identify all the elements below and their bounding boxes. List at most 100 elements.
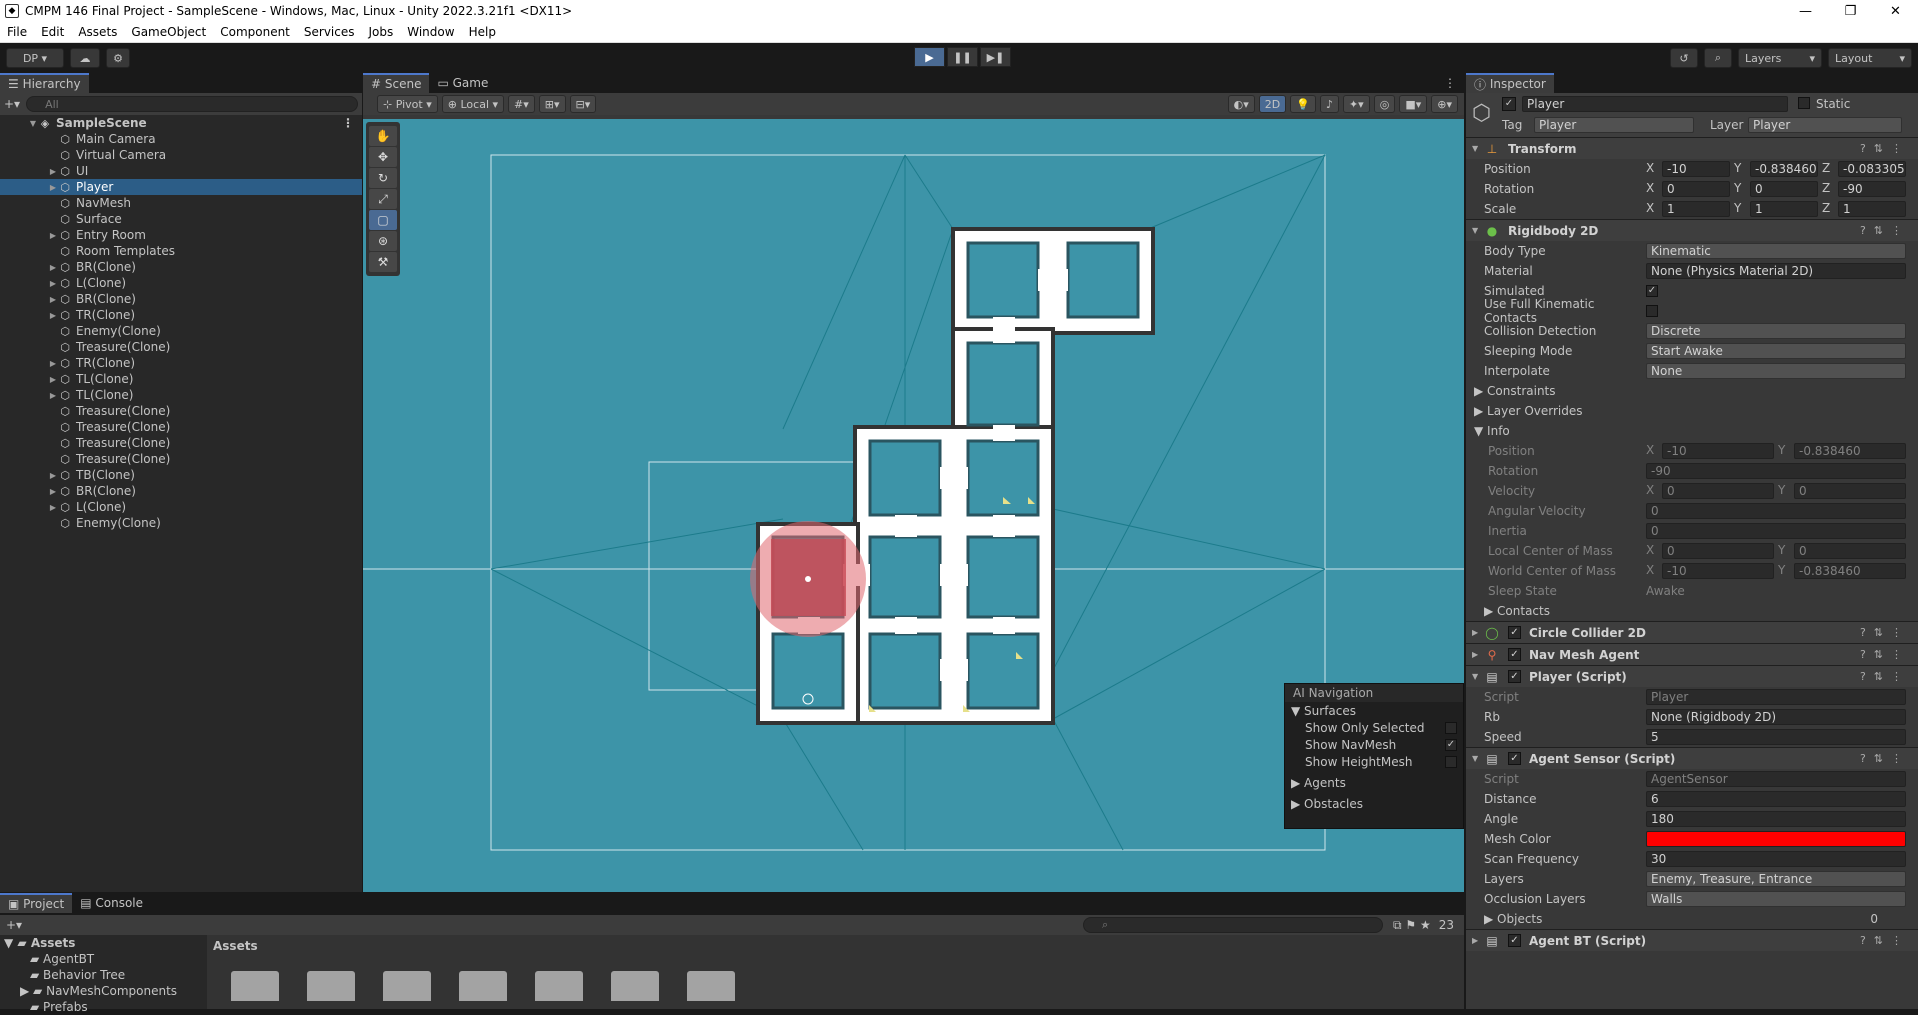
chevron-right-icon[interactable]: ▶ <box>48 375 58 384</box>
hierarchy-item[interactable]: ▶ ⬡ UI <box>0 163 362 179</box>
menu-services[interactable]: Services <box>297 25 362 39</box>
chevron-right-icon[interactable]: ▶ <box>48 359 58 368</box>
component-menu-icon[interactable]: ?⇅⋮ <box>1860 648 1910 661</box>
hierarchy-item[interactable]: ▶ ⬡ TR(Clone) <box>0 307 362 323</box>
layers-dropdown[interactable]: Enemy, Treasure, Entrance <box>1646 871 1906 887</box>
show-navmesh-toggle[interactable]: Show NavMesh ✓ <box>1285 736 1463 753</box>
menu-file[interactable]: File <box>0 25 34 39</box>
cloud-icon[interactable]: ☁ <box>70 48 100 68</box>
tab-game[interactable]: ▭ Game <box>429 73 496 93</box>
hierarchy-item[interactable]: ▶ ⬡ BR(Clone) <box>0 483 362 499</box>
move-tool-icon[interactable]: ✥ <box>369 147 397 167</box>
scene-root[interactable]: ▼ ◈ SampleScene ⋮ <box>0 115 362 131</box>
add-icon[interactable]: +▾ <box>4 97 20 111</box>
shading-mode-icon[interactable]: ◐▾ <box>1227 95 1255 113</box>
tree-agentbt[interactable]: ▰ AgentBT <box>0 951 205 967</box>
hierarchy-item[interactable]: ▶ ⬡ TL(Clone) <box>0 387 362 403</box>
mesh-color-swatch[interactable] <box>1646 831 1906 847</box>
object-name-field[interactable]: Player <box>1522 96 1788 112</box>
hierarchy-item[interactable]: ▶ ⬡ Player <box>0 179 362 195</box>
interpolate-dropdown[interactable]: None <box>1646 363 1906 379</box>
visibility-icon[interactable]: ◎ <box>1373 95 1396 113</box>
checkmark-icon[interactable]: ✓ <box>1445 738 1457 751</box>
angle-field[interactable]: 180 <box>1646 811 1906 827</box>
checkmark-icon[interactable]: ✓ <box>1508 670 1521 683</box>
scale-z-field[interactable]: 1 <box>1838 201 1906 217</box>
tree-behavior-tree[interactable]: ▰ Behavior Tree <box>0 967 205 983</box>
nav-mesh-agent-header[interactable]: ▶ ⚲ ✓ Nav Mesh Agent ?⇅⋮ <box>1466 643 1918 665</box>
hierarchy-item[interactable]: ⬡ Treasure(Clone) <box>0 435 362 451</box>
hand-tool-icon[interactable]: ✋ <box>369 126 397 146</box>
chevron-right-icon[interactable]: ▶ <box>48 391 58 400</box>
scale-tool-icon[interactable]: ⤢ <box>369 189 397 209</box>
layout-dropdown[interactable]: Layout ▾ <box>1828 48 1912 68</box>
hierarchy-item[interactable]: ▶ ⬡ BR(Clone) <box>0 291 362 307</box>
camera-icon[interactable]: ■▾ <box>1399 95 1428 113</box>
more-options-icon[interactable]: ⋮ <box>342 116 354 130</box>
lighting-icon[interactable]: 💡 <box>1290 95 1316 113</box>
player-script-header[interactable]: ▼ ▤ ✓ Player (Script) ?⇅⋮ <box>1466 665 1918 687</box>
agent-sensor-header[interactable]: ▼ ▤ ✓ Agent Sensor (Script) ?⇅⋮ <box>1466 747 1918 769</box>
checkbox[interactable] <box>1445 755 1457 768</box>
chevron-right-icon[interactable]: ▶ <box>48 231 58 240</box>
tree-prefabs[interactable]: ▰ Prefabs <box>0 999 205 1015</box>
component-menu-icon[interactable]: ?⇅⋮ <box>1860 626 1910 639</box>
rb-field[interactable]: None (Rigidbody 2D) <box>1646 709 1906 725</box>
body-type-dropdown[interactable]: Kinematic <box>1646 243 1906 259</box>
folder-icon[interactable] <box>383 971 431 1001</box>
effects-icon[interactable]: ✦▾ <box>1342 95 1370 113</box>
objects-foldout[interactable]: ▶ Objects 0 <box>1466 909 1918 929</box>
show-heightmesh-toggle[interactable]: Show HeightMesh <box>1285 753 1463 770</box>
circle-collider-header[interactable]: ▶ ◯ ✓ Circle Collider 2D ?⇅⋮ <box>1466 621 1918 643</box>
filter-icons[interactable]: ⧉ ⚑ ★ <box>1393 918 1431 933</box>
scene-viewport[interactable]: ✋ ✥ ↻ ⤢ ▢ ⊛ ⚒ AI Navigation ▼ Surfaces S… <box>363 119 1464 892</box>
layer-overrides-foldout[interactable]: ▶ Layer Overrides <box>1466 401 1918 421</box>
chevron-right-icon[interactable]: ▶ <box>48 263 58 272</box>
rigidbody2d-header[interactable]: ▼ ● Rigidbody 2D ?⇅⋮ <box>1466 219 1918 241</box>
maximize-button[interactable]: ❐ <box>1828 4 1873 19</box>
transform-header[interactable]: ▼ ⊥ Transform ?⇅⋮ <box>1466 137 1918 159</box>
info-foldout[interactable]: ▼ Info <box>1466 421 1918 441</box>
collision-detection-dropdown[interactable]: Discrete <box>1646 323 1906 339</box>
rotate-tool-icon[interactable]: ↻ <box>369 168 397 188</box>
audio-icon[interactable]: ♪ <box>1319 95 1339 113</box>
tab-hierarchy[interactable]: ☰ Hierarchy <box>0 73 89 93</box>
speed-field[interactable]: 5 <box>1646 729 1906 745</box>
project-search-input[interactable]: ⌕ <box>1083 917 1383 933</box>
position-y-field[interactable]: -0.838460 <box>1750 161 1818 177</box>
rotation-x-field[interactable]: 0 <box>1662 181 1730 197</box>
increment-snap-icon[interactable]: ⊟▾ <box>569 95 597 113</box>
obstacles-foldout[interactable]: ▶ Obstacles <box>1285 795 1463 812</box>
search-icon[interactable]: ⌕ <box>1704 48 1732 68</box>
mode-2d-toggle[interactable]: 2D <box>1258 95 1287 113</box>
chevron-right-icon[interactable]: ▶ <box>48 487 58 496</box>
agents-foldout[interactable]: ▶ Agents <box>1285 774 1463 791</box>
tree-navmeshcomponents[interactable]: ▶ ▰ NavMeshComponents <box>0 983 205 999</box>
hierarchy-item[interactable]: ⬡ Room Templates <box>0 243 362 259</box>
component-menu-icon[interactable]: ?⇅⋮ <box>1860 934 1910 947</box>
rect-tool-icon[interactable]: ▢ <box>369 210 397 230</box>
account-dropdown[interactable]: DP ▾ <box>6 48 64 68</box>
menu-jobs[interactable]: Jobs <box>362 25 401 39</box>
close-button[interactable]: ✕ <box>1873 4 1918 19</box>
chevron-right-icon[interactable]: ▶ <box>48 295 58 304</box>
folder-icon[interactable] <box>307 971 355 1001</box>
tab-project[interactable]: ▣ Project <box>0 893 73 913</box>
component-menu-icon[interactable]: ?⇅⋮ <box>1860 752 1910 765</box>
full-kinematic-checkbox[interactable] <box>1646 305 1658 317</box>
hierarchy-item[interactable]: ⬡ NavMesh <box>0 195 362 211</box>
hierarchy-item[interactable]: ▶ ⬡ Entry Room <box>0 227 362 243</box>
hierarchy-item[interactable]: ▶ ⬡ TB(Clone) <box>0 467 362 483</box>
more-options-icon[interactable]: ⋮ <box>1444 73 1456 93</box>
position-x-field[interactable]: -10 <box>1662 161 1730 177</box>
menu-gameobject[interactable]: GameObject <box>124 25 213 39</box>
hierarchy-item[interactable]: ⬡ Virtual Camera <box>0 147 362 163</box>
hierarchy-item[interactable]: ▶ ⬡ TL(Clone) <box>0 371 362 387</box>
grid-snap-icon[interactable]: #▾ <box>508 95 535 113</box>
folder-icon[interactable] <box>231 971 279 1001</box>
pivot-dropdown[interactable]: ⊹ Pivot ▾ <box>377 95 438 113</box>
hierarchy-item[interactable]: ⬡ Treasure(Clone) <box>0 403 362 419</box>
tag-dropdown[interactable]: Player <box>1534 117 1694 133</box>
agent-bt-header[interactable]: ▶ ▤ ✓ Agent BT (Script) ?⇅⋮ <box>1466 929 1918 951</box>
hierarchy-search-input[interactable]: All <box>26 96 358 112</box>
